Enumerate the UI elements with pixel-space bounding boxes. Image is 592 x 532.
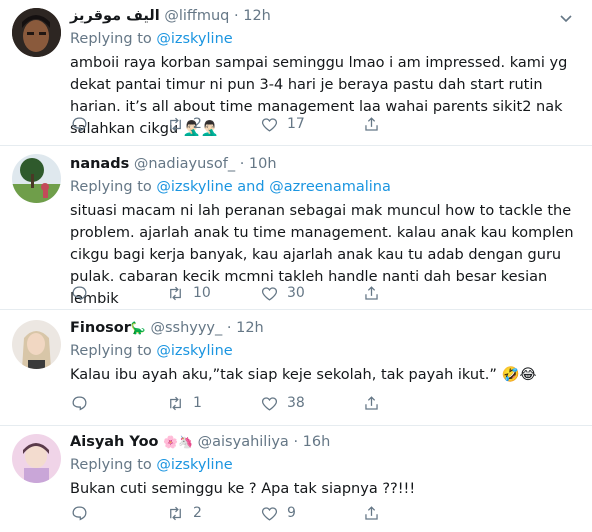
reply-button[interactable] [70, 392, 97, 414]
action-bar: 2 9 [70, 502, 490, 524]
replying-prefix: Replying to [70, 457, 152, 473]
retweet-button[interactable]: 10 [166, 282, 211, 304]
user-handle[interactable]: @aisyahiliya [198, 434, 289, 450]
heart-icon [261, 286, 278, 301]
heart-icon [261, 396, 278, 411]
like-count: 9 [287, 505, 296, 521]
reply-icon [72, 506, 87, 520]
retweet-count: 2 [193, 505, 202, 521]
timestamp[interactable]: 12h [236, 320, 264, 336]
tweet-header: Aisyah Yoo 🌸🦄 @aisyahiliya · 16h [70, 432, 582, 452]
replying-prefix: Replying to [70, 31, 152, 47]
replying-to-line: Replying to @izskyline [70, 28, 582, 50]
avatar-image [12, 320, 61, 369]
replying-to-line: Replying to @izskyline [70, 454, 582, 476]
separator-dot: · [239, 156, 245, 172]
retweet-button[interactable]: 2 [166, 113, 202, 135]
user-handle[interactable]: @liffmuq [164, 8, 229, 24]
separator-dot: · [234, 8, 239, 24]
name-emoji: 🌸🦄 [163, 435, 194, 449]
retweet-count: 1 [193, 395, 202, 411]
avatar-image [12, 154, 61, 203]
share-button[interactable] [362, 282, 381, 304]
heart-icon [261, 506, 278, 521]
separator-dot: · [293, 434, 299, 450]
replying-prefix: Replying to [70, 179, 152, 195]
avatar-image [12, 434, 61, 483]
mention-link[interactable]: @izskyline [156, 343, 232, 359]
tweet-header: Finosor🦕 @sshyyy_ · 12h [70, 318, 582, 338]
tweet[interactable]: Finosor🦕 @sshyyy_ · 12h Replying to @izs… [0, 310, 592, 426]
replying-to-line: Replying to @izskyline [70, 340, 582, 362]
display-name[interactable]: nanads [70, 156, 129, 172]
tweet-header: nanads @nadiayusof_ · 10h [70, 154, 582, 174]
avatar[interactable] [12, 320, 61, 369]
reply-button[interactable] [70, 282, 97, 304]
avatar-image [12, 8, 61, 57]
action-bar: 2 17 [70, 113, 490, 135]
timestamp[interactable]: 10h [249, 156, 277, 172]
retweet-icon [170, 396, 181, 410]
mention-link[interactable]: @izskyline [156, 457, 232, 473]
like-button[interactable]: 38 [260, 392, 305, 414]
display-name[interactable]: Aisyah Yoo [70, 434, 159, 450]
share-button[interactable] [362, 392, 381, 414]
reply-button[interactable] [70, 502, 97, 524]
tweet-text: Bukan cuti seminggu ke ? Apa tak siapnya… [70, 481, 416, 497]
share-icon [365, 395, 378, 410]
replying-prefix: Replying to [70, 343, 152, 359]
chevron-down-icon[interactable] [556, 8, 576, 28]
action-bar: 10 30 [70, 282, 490, 304]
retweet-button[interactable]: 1 [166, 392, 202, 414]
reply-icon [72, 396, 87, 410]
display-name[interactable]: Finosor [70, 320, 131, 336]
like-count: 17 [287, 116, 305, 132]
reply-button[interactable] [70, 113, 97, 135]
user-handle[interactable]: @sshyyy_ [150, 320, 222, 336]
share-icon [365, 505, 378, 520]
avatar[interactable] [12, 434, 61, 483]
tweet[interactable]: Aisyah Yoo 🌸🦄 @aisyahiliya · 16h Replyin… [0, 426, 592, 532]
retweet-icon [170, 286, 181, 300]
like-count: 30 [287, 285, 305, 301]
like-count: 38 [287, 395, 305, 411]
share-button[interactable] [362, 113, 381, 135]
tweet-header: اليف موقريز @liffmuq · 12h [70, 6, 582, 26]
replying-to-line: Replying to @izskyline and @azreenamalin… [70, 176, 582, 198]
tweet-text: Kalau ibu ayah aku,”tak siap keje sekola… [70, 367, 537, 383]
share-icon [365, 116, 378, 131]
reply-icon [72, 117, 87, 131]
display-name[interactable]: اليف موقريز [70, 8, 160, 24]
retweet-icon [170, 117, 181, 131]
timestamp[interactable]: 12h [243, 8, 271, 24]
mention-link[interactable]: @izskyline [156, 31, 232, 47]
like-button[interactable]: 17 [260, 113, 305, 135]
timestamp[interactable]: 16h [303, 434, 331, 450]
mention-link[interactable]: @izskyline [156, 179, 232, 195]
user-handle[interactable]: @nadiayusof_ [134, 156, 235, 172]
name-emoji: 🦕 [130, 321, 146, 335]
like-button[interactable]: 9 [260, 502, 296, 524]
tweet[interactable]: nanads @nadiayusof_ · 10h Replying to @i… [0, 146, 592, 310]
separator-dot: · [226, 320, 232, 336]
share-icon [365, 285, 378, 300]
action-bar: 1 38 [70, 392, 490, 414]
retweet-icon [170, 506, 181, 520]
retweet-button[interactable]: 2 [166, 502, 202, 524]
heart-icon [261, 117, 278, 132]
avatar[interactable] [12, 8, 61, 57]
avatar[interactable] [12, 154, 61, 203]
tweet[interactable]: اليف موقريز @liffmuq · 12h Replying to @… [0, 0, 592, 146]
retweet-count: 2 [193, 116, 202, 132]
mention-link[interactable]: @azreenamalina [269, 179, 391, 195]
retweet-count: 10 [193, 285, 211, 301]
replying-joiner: and [237, 179, 265, 195]
like-button[interactable]: 30 [260, 282, 305, 304]
reply-icon [72, 286, 87, 300]
share-button[interactable] [362, 502, 381, 524]
